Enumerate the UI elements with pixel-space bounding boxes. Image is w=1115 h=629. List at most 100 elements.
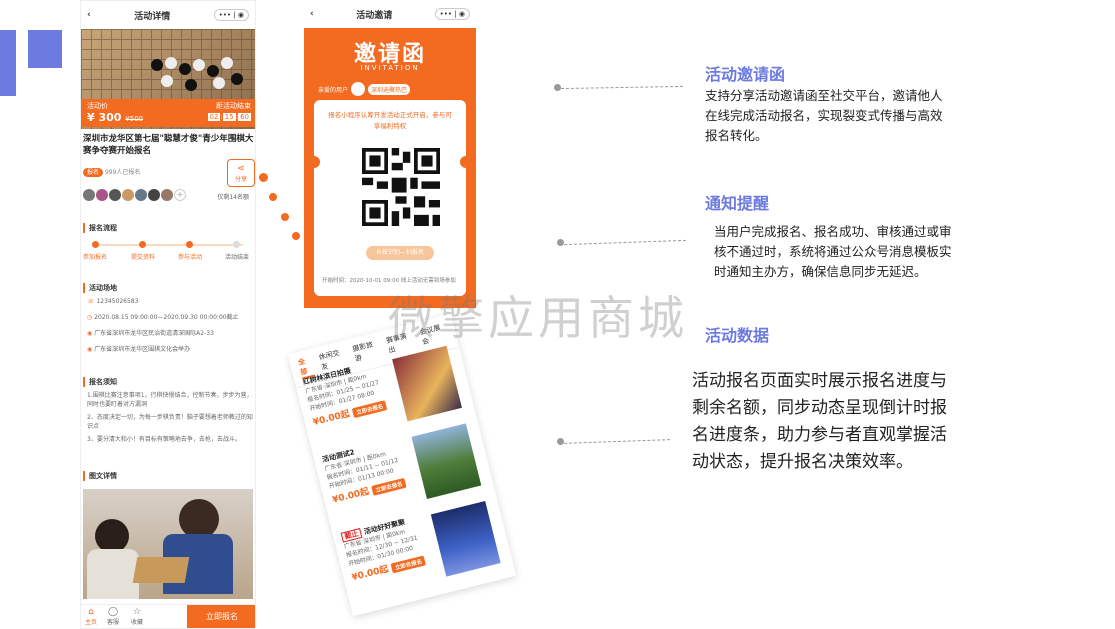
countdown-hours: 02 <box>207 113 221 121</box>
avatar <box>96 189 108 201</box>
step-dot <box>92 241 99 248</box>
countdown-seconds: 60 <box>238 113 251 121</box>
invitation-desc: 报名小程序认筹开发活动正式开启，参与可享福利特权 <box>328 111 452 130</box>
address-1[interactable]: 广东省深圳市龙华区民治街道清深国际A2-33 <box>94 330 214 337</box>
scan-signup-button[interactable]: 长按识别—扫报名 <box>366 246 434 260</box>
note-item: 2、态度决定一切，为每一步棋负责！脑子要想着老师教过的知识点 <box>87 414 253 430</box>
clock-icon: ◷ <box>87 314 93 321</box>
location-icon: ◉ <box>87 346 93 353</box>
feature-title: 活动数据 <box>705 326 770 345</box>
invitation-screen: ‹ 活动邀请 ••• | ◉ 邀请函 INVITATION 亲爱的用户 深圳迪聚… <box>304 0 476 308</box>
star-icon: ☆ <box>132 607 142 617</box>
process-title: 报名流程 <box>83 223 117 233</box>
notes-title: 报名须知 <box>83 377 117 387</box>
event-time: 2020.08.15 09:00:00—2020.09.30 00:00:00截… <box>94 314 239 321</box>
note-item: 1.围棋比赛注意事项1，行棋快慢结合，控制节奏，步步为营，同时也要盯着对方漏洞 <box>87 392 253 408</box>
avatar-list: + <box>83 189 186 201</box>
qr-code <box>362 148 440 226</box>
user-name: 深圳迪聚热巴 <box>368 83 411 95</box>
apply-button[interactable]: 立即报名 <box>187 605 255 628</box>
avatar <box>122 189 134 201</box>
signup-button[interactable]: 立即去报名 <box>390 555 426 574</box>
connector-dot <box>281 213 289 221</box>
avatar <box>148 189 160 201</box>
watermark: 微擎应用商城 <box>388 291 688 345</box>
connector-line <box>564 239 686 246</box>
location-icon: ◉ <box>87 330 93 337</box>
invitation-card: 报名小程序认筹开发活动正式开启，参与可享福利特权 长按识别—扫报名 开始时间：2… <box>308 100 472 296</box>
decor-bar-right <box>28 30 62 68</box>
step-label: 参加报名 <box>83 254 108 261</box>
nav-service[interactable]: ◯ 客服 <box>107 607 119 626</box>
connector-dot <box>269 193 277 201</box>
plus-icon[interactable]: + <box>174 189 186 201</box>
nav-home-label: 主页 <box>85 619 98 626</box>
connector-line <box>561 85 683 90</box>
signup-button[interactable]: 立即去报名 <box>371 477 407 496</box>
back-icon[interactable]: ‹ <box>87 10 91 20</box>
notes-list: 1.围棋比赛注意事项1，行棋快慢结合，控制节奏，步步为营，同时也要盯着对方漏洞 … <box>87 391 253 444</box>
nav-favorite-label: 收藏 <box>131 619 144 626</box>
nav-home[interactable]: ⌂ 主页 <box>85 607 97 626</box>
nav-favorite[interactable]: ☆ 收藏 <box>131 607 143 626</box>
detail-photo <box>83 489 253 599</box>
avatar <box>161 189 173 201</box>
back-icon[interactable]: ‹ <box>310 9 314 19</box>
feature-line: 在线完成活动报名，实现裂变式传播与高效 <box>705 108 943 123</box>
feature-line: 当用户完成报名、报名成功、审核通过或审 <box>714 224 952 239</box>
home-icon: ⌂ <box>88 607 94 617</box>
headset-icon: ◯ <box>107 607 119 617</box>
progress-track <box>95 244 243 246</box>
connector-dot <box>554 84 561 91</box>
connector-dot <box>292 232 300 240</box>
event-price: ¥0.00起 <box>350 564 390 584</box>
price-bar: 活动价 ¥ 300 ¥500 距活动结束 02:15:60 <box>81 99 255 127</box>
feature-title: 通知提醒 <box>705 194 770 213</box>
feature-line: 核不通过时，系统将通过公众号消息模板实 <box>714 244 952 259</box>
step-dot <box>139 241 146 248</box>
feature-line: 动状态，提升报名决策效率。 <box>692 452 913 472</box>
decor-bar-left <box>0 30 16 96</box>
signup-button[interactable]: 立即去报名 <box>352 400 388 419</box>
feature-body: 支持分享活动邀请函至社交平台，邀请他人 在线完成活动报名，实现裂变式传播与高效 … <box>705 86 943 146</box>
event-list-screen: 全部 休闲交友 摄影旅游 赛事演出 会议展会 红树林滨日拍摄 广东省·深圳市 |… <box>287 313 517 617</box>
greeting-row: 亲爱的用户 深圳迪聚热巴 <box>318 82 462 96</box>
connector-dot <box>259 173 268 182</box>
quota-left: 仅剩14名额 <box>217 194 249 201</box>
phone-number[interactable]: 12345026583 <box>96 298 138 305</box>
feature-title: 活动邀请函 <box>705 65 786 84</box>
feature-line: 名进度条，助力参与者直观掌握活 <box>692 425 947 445</box>
signup-count: 999人已报名 <box>104 169 141 176</box>
step-dot <box>186 241 193 248</box>
connector-dot <box>557 239 564 246</box>
countdown-minutes: 15 <box>222 113 236 121</box>
avatar <box>351 82 366 96</box>
connector-line <box>564 439 670 444</box>
step-label: 活动结束 <box>225 254 250 261</box>
avatar <box>135 189 147 201</box>
feature-line: 支持分享活动邀请函至社交平台，邀请他人 <box>705 88 943 103</box>
bottom-bar: ⌂ 主页 ◯ 客服 ☆ 收藏 立即报名 <box>81 604 255 628</box>
avatar <box>83 189 95 201</box>
nav-service-label: 客服 <box>107 619 120 626</box>
step-dot <box>233 241 240 248</box>
details-title: 图文详情 <box>83 471 117 481</box>
feature-line: 活动报名页面实时展示报名进度与 <box>692 371 947 391</box>
greeting: 亲爱的用户 <box>318 86 349 94</box>
note-item: 3、要分清大和小！有目标有策略地去争，去抢，去战斗。 <box>87 436 241 443</box>
event-price: ¥0.00起 <box>331 486 371 506</box>
invitation-subtitle: INVITATION <box>360 64 420 72</box>
connector-dot <box>557 438 564 445</box>
step-label: 参与活动 <box>178 254 203 261</box>
share-label: 分享 <box>234 176 247 183</box>
menu-capsule[interactable]: ••• | ◉ <box>213 9 249 21</box>
event-title: 深圳市龙华区第七届"聪慧才俊"青少年围棋大赛争夺赛开始报名 <box>83 134 254 156</box>
price: ¥ 300 <box>87 111 122 124</box>
address-2[interactable]: 广东省深圳市龙华区围棋文化会举办 <box>94 346 190 353</box>
menu-capsule[interactable]: ••• | ◉ <box>434 8 470 20</box>
step-label: 提交资料 <box>131 254 156 261</box>
avatar <box>109 189 121 201</box>
share-button[interactable]: ⋖ 分享 <box>227 159 255 187</box>
venue-title: 活动场地 <box>83 283 117 293</box>
event-detail-screen: ‹ 活动详情 ••• | ◉ 活动价 ¥ 300 ¥500 距活动结束 02:1… <box>80 0 256 629</box>
